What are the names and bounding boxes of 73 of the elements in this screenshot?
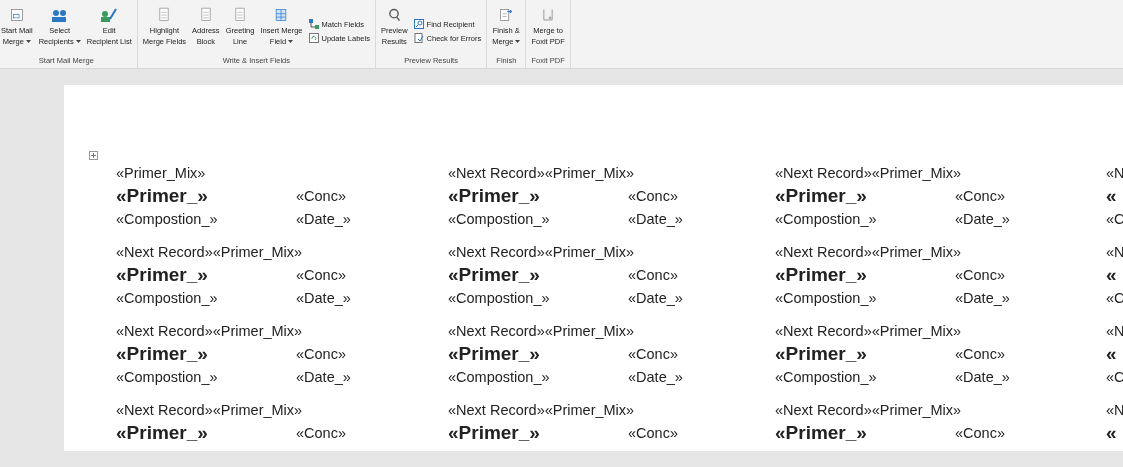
merge-field: «Next Record»«Primer_Mix» — [448, 164, 775, 181]
merge-field: «Primer_Mix» — [116, 164, 448, 181]
merge-field: «N — [1106, 243, 1123, 260]
merge-field: «Primer_» — [448, 342, 628, 365]
refresh-icon — [308, 33, 319, 43]
merge-field: «Compostion_» — [116, 289, 296, 306]
merge-field: «Next Record»«Primer_Mix» — [448, 401, 775, 418]
merge-field: «Compostion_» — [116, 210, 296, 227]
merge-field: «Next Record»«Primer_Mix» — [448, 322, 775, 339]
merge-field: «Date_» — [628, 210, 775, 227]
search-icon — [413, 19, 424, 29]
table-move-handle-icon[interactable] — [89, 151, 98, 160]
merge-field: « — [1106, 421, 1123, 444]
caret-icon — [75, 39, 81, 44]
merge-field: «Primer_» — [775, 263, 955, 286]
merge-field: «Next Record»«Primer_Mix» — [775, 322, 1106, 339]
merge-field: «Primer_» — [448, 263, 628, 286]
merge-field: «Next Record»«Primer_Mix» — [116, 322, 448, 339]
merge-field: «Date_» — [955, 210, 1106, 227]
merge-field: «Date_» — [296, 210, 448, 227]
merge-field: «Conc» — [296, 345, 448, 362]
merge-field: «Conc» — [628, 266, 775, 283]
merge-field: «N — [1106, 164, 1123, 181]
merge-field: «Primer_» — [448, 184, 628, 207]
merge-field: «Conc» — [628, 187, 775, 204]
merge-field: «Conc» — [955, 266, 1106, 283]
merge-field: « — [1106, 184, 1123, 207]
caret-icon — [515, 39, 521, 44]
document-check-icon — [413, 33, 424, 43]
merge-field: «Primer_» — [448, 421, 628, 444]
caret-icon — [25, 39, 31, 44]
merge-field: «Primer_» — [775, 184, 955, 207]
merge-field: « — [1106, 342, 1123, 365]
merge-field: «Primer_» — [116, 421, 296, 444]
merge-field: «Conc» — [955, 187, 1106, 204]
merge-field: «Next Record»«Primer_Mix» — [775, 401, 1106, 418]
merge-field: «Next Record»«Primer_Mix» — [116, 243, 448, 260]
merge-field: «Conc» — [955, 424, 1106, 441]
merge-field: «Conc» — [296, 424, 448, 441]
merge-field: «Compostion_» — [775, 368, 955, 385]
merge-field: «Primer_» — [116, 342, 296, 365]
merge-field: «Next Record»«Primer_Mix» — [775, 243, 1106, 260]
merge-field: «Next Record»«Primer_Mix» — [448, 243, 775, 260]
caret-icon — [288, 39, 294, 44]
merge-field: «N — [1106, 322, 1123, 339]
merge-field: «N — [1106, 401, 1123, 418]
merge-field: «Date_» — [296, 368, 448, 385]
merge-field: «Conc» — [955, 345, 1106, 362]
merge-field: «Primer_» — [775, 342, 955, 365]
merge-field: «Compostion_» — [448, 289, 628, 306]
merge-field: «Conc» — [628, 424, 775, 441]
merge-field: «Conc» — [296, 266, 448, 283]
merge-field: «Primer_» — [116, 263, 296, 286]
merge-field: «Date_» — [628, 368, 775, 385]
merge-field: «Date_» — [955, 289, 1106, 306]
people-edit-icon — [101, 8, 118, 22]
merge-field: «Date_» — [296, 289, 448, 306]
merge-field: «Primer_» — [775, 421, 955, 444]
merge-field: «Next Record»«Primer_Mix» — [116, 401, 448, 418]
merge-field: «Primer_» — [116, 184, 296, 207]
merge-field: «Compostion_» — [775, 289, 955, 306]
merge-field: « — [1106, 263, 1123, 286]
merge-field: «Compostion_» — [116, 368, 296, 385]
merge-field: «Compostion_» — [775, 210, 955, 227]
merge-field: «Compostion_» — [448, 368, 628, 385]
merge-field: «Date_» — [628, 289, 775, 306]
merge-field: «Conc» — [628, 345, 775, 362]
match-fields-icon — [308, 19, 319, 29]
merge-field: «Conc» — [296, 187, 448, 204]
merge-field: «Next Record»«Primer_Mix» — [775, 164, 1106, 181]
people-icon — [52, 9, 68, 22]
merge-field: «Date_» — [955, 368, 1106, 385]
merge-field: «Compostion_» — [448, 210, 628, 227]
